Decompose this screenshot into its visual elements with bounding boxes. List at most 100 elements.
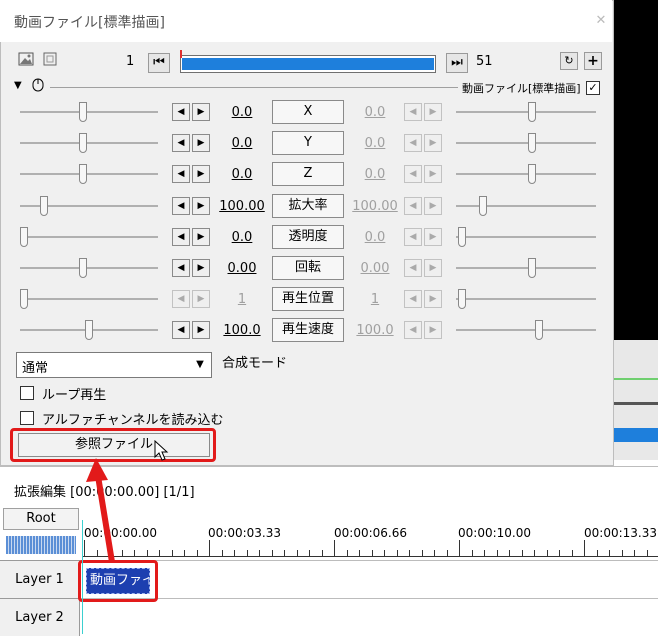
increment-button[interactable]: ▶ xyxy=(192,259,210,277)
left-slider-knob[interactable] xyxy=(79,164,87,184)
increment-button[interactable]: ▶ xyxy=(192,134,210,152)
start-value[interactable]: 0.00 xyxy=(217,261,267,276)
end-value[interactable]: 0.00 xyxy=(350,261,400,276)
right-slider-track[interactable] xyxy=(456,329,596,331)
left-slider-knob[interactable] xyxy=(85,320,93,340)
right-slider-knob[interactable] xyxy=(528,102,536,122)
start-value[interactable]: 0.0 xyxy=(217,167,267,182)
start-value[interactable]: 100.00 xyxy=(217,199,267,214)
picture-icon-button[interactable] xyxy=(16,50,36,70)
end-value[interactable]: 0.0 xyxy=(350,167,400,182)
settings-icon-button[interactable] xyxy=(40,50,60,70)
left-slider-track[interactable] xyxy=(20,236,158,238)
end-value[interactable]: 1 xyxy=(350,292,400,307)
decrement-button[interactable]: ◀ xyxy=(172,165,190,183)
decrement-button[interactable]: ◀ xyxy=(404,197,422,215)
rewind-button[interactable]: ⏮ xyxy=(148,53,170,73)
start-value[interactable]: 1 xyxy=(217,292,267,307)
end-value[interactable]: 100.00 xyxy=(350,199,400,214)
param-name-button[interactable]: X xyxy=(272,100,344,124)
add-filter-button[interactable]: + xyxy=(584,52,602,70)
right-slider-knob[interactable] xyxy=(528,164,536,184)
collapse-icon[interactable]: ▼ xyxy=(14,80,22,91)
layer-header-1[interactable]: Layer 1 xyxy=(0,560,80,598)
loop-checkbox[interactable] xyxy=(20,386,34,400)
decrement-button[interactable]: ◀ xyxy=(172,321,190,339)
end-value[interactable]: 0.0 xyxy=(350,105,400,120)
increment-button[interactable]: ▶ xyxy=(424,197,442,215)
increment-button[interactable]: ▶ xyxy=(424,165,442,183)
increment-button[interactable]: ▶ xyxy=(424,290,442,308)
right-slider-knob[interactable] xyxy=(528,258,536,278)
param-name-button[interactable]: 拡大率 xyxy=(272,194,344,218)
increment-button[interactable]: ▶ xyxy=(192,103,210,121)
decrement-button[interactable]: ◀ xyxy=(404,290,422,308)
left-slider-knob[interactable] xyxy=(79,258,87,278)
decrement-button[interactable]: ◀ xyxy=(172,134,190,152)
right-slider-track[interactable] xyxy=(456,267,596,269)
left-slider-track[interactable] xyxy=(20,142,158,144)
right-slider-knob[interactable] xyxy=(479,196,487,216)
layer-track-2[interactable] xyxy=(80,598,658,636)
increment-button[interactable]: ▶ xyxy=(192,290,210,308)
decrement-button[interactable]: ◀ xyxy=(404,228,422,246)
param-name-button[interactable]: 回転 xyxy=(272,256,344,280)
right-slider-track[interactable] xyxy=(456,142,596,144)
fast-forward-button[interactable]: ⏭ xyxy=(446,53,468,73)
decrement-button[interactable]: ◀ xyxy=(404,103,422,121)
right-slider-knob[interactable] xyxy=(528,133,536,153)
increment-button[interactable]: ▶ xyxy=(424,134,442,152)
right-slider-track[interactable] xyxy=(456,298,596,300)
decrement-button[interactable]: ◀ xyxy=(404,165,422,183)
playhead[interactable] xyxy=(82,520,83,634)
decrement-button[interactable]: ◀ xyxy=(404,259,422,277)
left-slider-knob[interactable] xyxy=(79,102,87,122)
layer-track-1[interactable] xyxy=(80,560,658,598)
start-value[interactable]: 0.0 xyxy=(217,105,267,120)
increment-button[interactable]: ▶ xyxy=(192,165,210,183)
decrement-button[interactable]: ◀ xyxy=(172,290,190,308)
increment-button[interactable]: ▶ xyxy=(192,321,210,339)
increment-button[interactable]: ▶ xyxy=(424,228,442,246)
decrement-button[interactable]: ◀ xyxy=(172,228,190,246)
start-value[interactable]: 100.0 xyxy=(217,323,267,338)
right-slider-track[interactable] xyxy=(456,236,596,238)
start-value[interactable]: 0.0 xyxy=(217,136,267,151)
left-slider-knob[interactable] xyxy=(79,133,87,153)
chevron-down-icon[interactable]: ▼ xyxy=(190,355,210,375)
left-slider-track[interactable] xyxy=(20,111,158,113)
left-slider-track[interactable] xyxy=(20,267,158,269)
param-name-button[interactable]: 再生速度 xyxy=(272,318,344,342)
decrement-button[interactable]: ◀ xyxy=(404,321,422,339)
param-name-button[interactable]: 透明度 xyxy=(272,225,344,249)
increment-button[interactable]: ▶ xyxy=(424,103,442,121)
param-name-button[interactable]: 再生位置 xyxy=(272,287,344,311)
frame-position-marker[interactable] xyxy=(180,50,182,58)
left-slider-knob[interactable] xyxy=(20,289,28,309)
increment-button[interactable]: ▶ xyxy=(192,228,210,246)
root-scene-button[interactable]: Root xyxy=(3,508,79,530)
decrement-button[interactable]: ◀ xyxy=(172,197,190,215)
left-slider-track[interactable] xyxy=(20,173,158,175)
layer-header-2[interactable]: Layer 2 xyxy=(0,598,80,636)
param-name-button[interactable]: Z xyxy=(272,162,344,186)
end-value[interactable]: 0.0 xyxy=(350,230,400,245)
end-value[interactable]: 100.0 xyxy=(350,323,400,338)
left-slider-knob[interactable] xyxy=(40,196,48,216)
close-button[interactable]: ✕ xyxy=(592,12,610,30)
decrement-button[interactable]: ◀ xyxy=(172,103,190,121)
increment-button[interactable]: ▶ xyxy=(424,259,442,277)
increment-button[interactable]: ▶ xyxy=(192,197,210,215)
increment-button[interactable]: ▶ xyxy=(424,321,442,339)
end-value[interactable]: 0.0 xyxy=(350,136,400,151)
right-slider-knob[interactable] xyxy=(458,227,466,247)
section-enable-checkbox[interactable]: ✓ xyxy=(586,81,600,95)
right-slider-track[interactable] xyxy=(456,173,596,175)
param-name-button[interactable]: Y xyxy=(272,131,344,155)
right-slider-knob[interactable] xyxy=(535,320,543,340)
decrement-button[interactable]: ◀ xyxy=(172,259,190,277)
right-slider-knob[interactable] xyxy=(458,289,466,309)
right-slider-track[interactable] xyxy=(456,205,596,207)
refresh-button[interactable]: ↻ xyxy=(560,52,578,70)
left-slider-knob[interactable] xyxy=(20,227,28,247)
